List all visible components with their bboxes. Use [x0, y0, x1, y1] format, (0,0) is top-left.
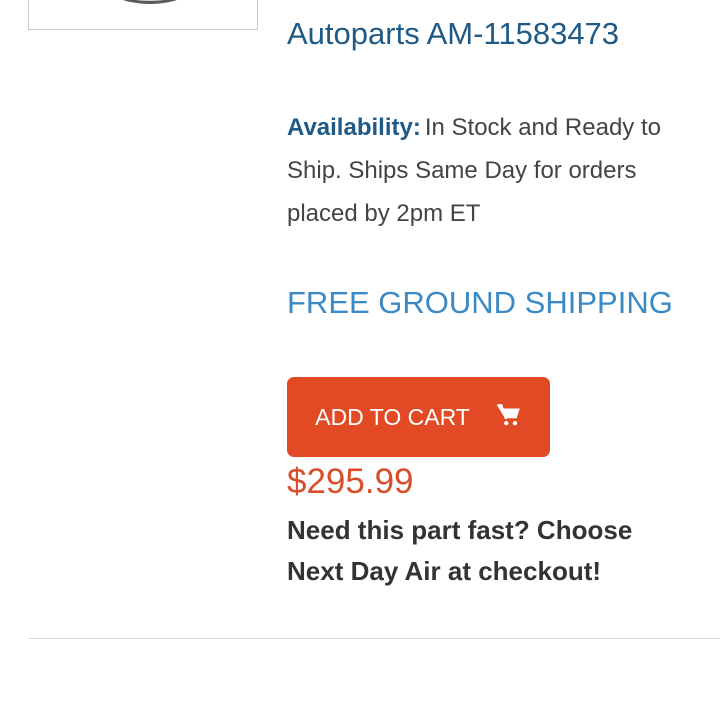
- availability: Availability: In Stock and Ready to Ship.…: [287, 106, 687, 235]
- free-shipping-promo: FREE GROUND SHIPPING: [287, 285, 673, 320]
- product-title: Autoparts AM-11583473: [287, 16, 620, 51]
- shopping-cart-icon: [496, 404, 520, 426]
- price: $295.99: [287, 462, 414, 501]
- section-divider: [28, 638, 720, 639]
- availability-label: Availability:: [287, 114, 421, 141]
- product-thumbnail[interactable]: [28, 0, 258, 30]
- next-day-air-note: Need this part fast? Choose Next Day Air…: [287, 515, 633, 586]
- add-to-cart-button[interactable]: ADD TO CART: [287, 377, 550, 457]
- add-to-cart-label: ADD TO CART: [315, 403, 470, 430]
- product-image: [101, 0, 199, 4]
